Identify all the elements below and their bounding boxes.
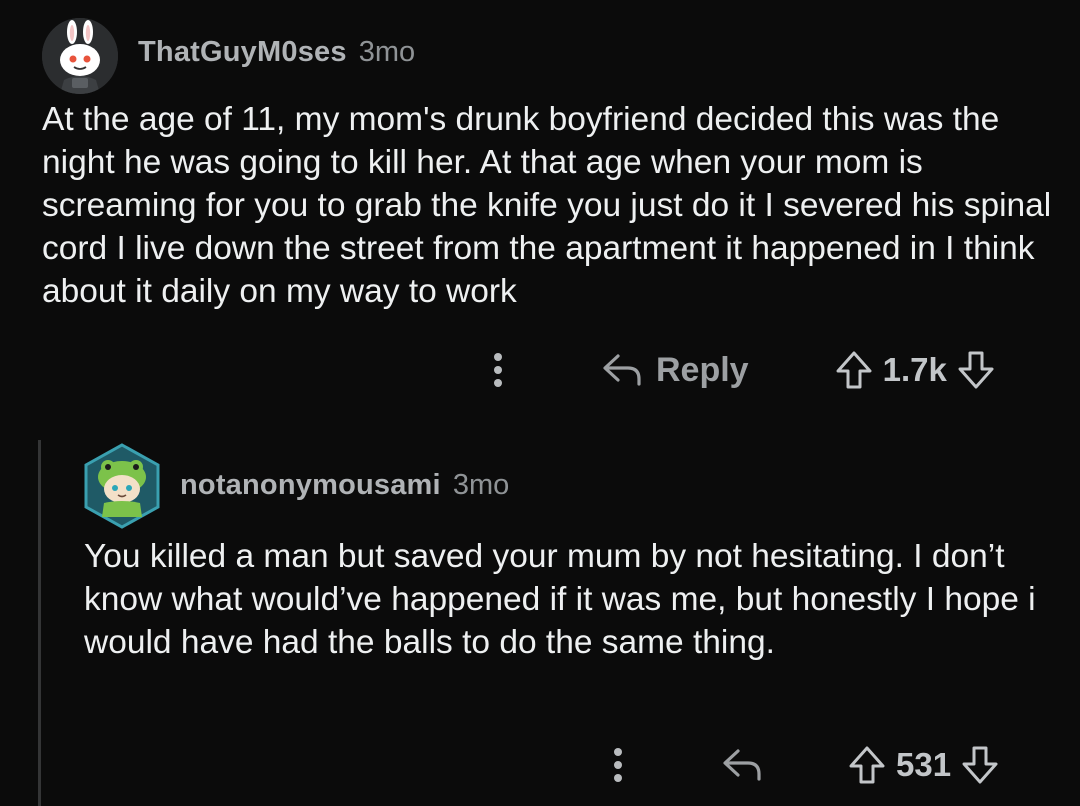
downvote-button[interactable] — [961, 745, 999, 785]
reply-button[interactable] — [722, 747, 762, 783]
avatar[interactable] — [42, 18, 118, 94]
more-options-button[interactable] — [600, 743, 636, 787]
upvote-button[interactable] — [835, 350, 873, 390]
frog-hat-avatar-icon — [84, 443, 160, 529]
comment-body: You killed a man but saved your mum by n… — [84, 538, 1036, 661]
vote-controls: 1.7k — [835, 350, 995, 390]
comment-actions: Reply 1.7k — [480, 340, 1050, 400]
upvote-button[interactable] — [848, 745, 886, 785]
upvote-arrow-icon — [849, 746, 885, 784]
reply-label: Reply — [656, 350, 749, 389]
comment-age: 3mo — [358, 36, 416, 68]
username[interactable]: notanonymousami — [180, 469, 441, 502]
downvote-arrow-icon — [962, 746, 998, 784]
username[interactable]: ThatGuyM0ses — [138, 36, 347, 69]
comment-body: At the age of 11, my mom's drunk boyfrie… — [42, 101, 1052, 310]
downvote-button[interactable] — [957, 350, 995, 390]
snoo-bunny-avatar-icon — [42, 18, 118, 94]
vote-controls: 531 — [848, 745, 999, 785]
reply-button[interactable]: Reply — [602, 351, 749, 390]
reply-arrow-icon — [723, 749, 761, 781]
upvote-arrow-icon — [836, 351, 872, 389]
comment-top: ThatGuyM0ses 3mo At the age of 11, my mo… — [0, 0, 1080, 420]
score: 1.7k — [882, 351, 947, 388]
more-vertical-icon — [494, 353, 502, 387]
reply-arrow-icon — [603, 354, 641, 386]
more-options-button[interactable] — [480, 348, 516, 392]
comment-actions: 531 — [600, 735, 1050, 795]
avatar[interactable] — [82, 443, 162, 529]
comment-meta: notanonymousami 3mo — [180, 469, 509, 502]
comment-age: 3mo — [452, 469, 510, 501]
more-vertical-icon — [614, 748, 622, 782]
comment-meta: ThatGuyM0ses 3mo — [138, 36, 415, 69]
downvote-arrow-icon — [958, 351, 994, 389]
score: 531 — [896, 746, 952, 783]
